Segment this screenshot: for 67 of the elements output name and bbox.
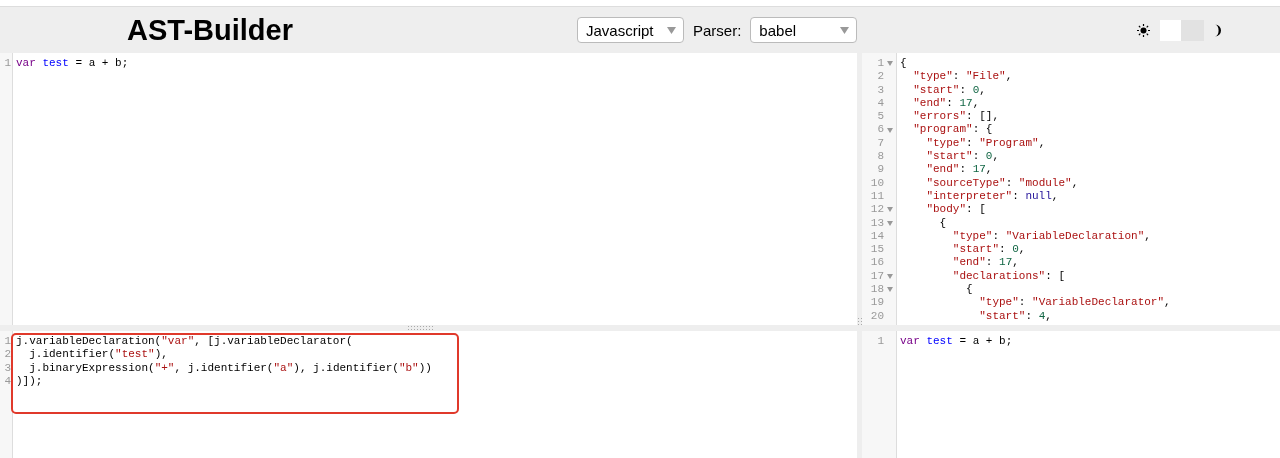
code-line: { bbox=[938, 216, 948, 230]
line-number: 5 bbox=[877, 110, 884, 124]
code-line: "type": "Program", bbox=[925, 136, 1047, 151]
line-number: 11 bbox=[870, 189, 884, 204]
line-number: 7 bbox=[877, 136, 884, 151]
code-line: "start": 0, bbox=[912, 83, 987, 97]
moon-icon bbox=[1214, 23, 1222, 37]
theme-toggle[interactable] bbox=[1160, 19, 1204, 41]
line-number: 2 bbox=[4, 348, 11, 362]
code-line: "sourceType": "module", bbox=[925, 176, 1080, 190]
parser-select[interactable]: babel bbox=[750, 17, 858, 43]
sun-icon bbox=[1137, 23, 1150, 37]
line-number: 6 bbox=[877, 123, 884, 137]
fold-arrow-icon[interactable] bbox=[887, 273, 893, 279]
fold-arrow-icon[interactable] bbox=[887, 61, 893, 67]
code-line: var test = a + b; bbox=[900, 335, 1013, 349]
code-line: { bbox=[965, 283, 974, 297]
code-line: "end": 17, bbox=[925, 163, 994, 177]
line-number: 1 bbox=[877, 335, 884, 349]
line-number: 3 bbox=[4, 361, 11, 375]
code-line: j.variableDeclaration("var", [j.variableDeclarator( bbox=[16, 335, 354, 349]
line-number: 15 bbox=[870, 243, 884, 257]
line-number: 12 bbox=[870, 203, 884, 217]
caret-icon bbox=[840, 26, 850, 34]
code-line: "start": 0, bbox=[925, 150, 1001, 164]
line-number: 16 bbox=[870, 256, 884, 270]
line-number: 2 bbox=[877, 70, 884, 84]
parser-label: Parser: bbox=[693, 21, 742, 39]
line-number: 18 bbox=[870, 283, 884, 297]
code-line: "end": 17, bbox=[912, 96, 981, 111]
code-line: "type": "VariableDeclarator", bbox=[978, 296, 1171, 310]
line-number: 17 bbox=[870, 269, 884, 284]
code-line: "start": 0, bbox=[951, 243, 1027, 257]
line-number: 13 bbox=[870, 216, 884, 230]
fold-arrow-icon[interactable] bbox=[887, 287, 893, 293]
code-line: { bbox=[900, 57, 908, 71]
fold-arrow-icon[interactable] bbox=[887, 127, 893, 133]
line-number: 10 bbox=[870, 176, 884, 190]
line-number: 20 bbox=[870, 309, 884, 323]
fold-arrow-icon[interactable] bbox=[887, 207, 893, 213]
code-line: "type": "File", bbox=[912, 70, 1014, 84]
code-line: "body": [ bbox=[925, 203, 987, 217]
code-line: "errors": [], bbox=[912, 110, 1001, 124]
line-number: 14 bbox=[870, 229, 884, 244]
line-number: 1 bbox=[4, 57, 11, 71]
code-line: "declarations": [ bbox=[951, 269, 1067, 284]
line-number: 9 bbox=[877, 163, 884, 177]
fold-arrow-icon[interactable] bbox=[887, 220, 893, 226]
code-line: "interpreter": null, bbox=[925, 189, 1060, 204]
line-number: 8 bbox=[877, 150, 884, 164]
line-number: 1 bbox=[877, 57, 884, 71]
code-line: j.binaryExpression("+", j.identifier("a"), j.identifier("b")) bbox=[28, 361, 432, 375]
code-line: "end": 17, bbox=[951, 256, 1020, 270]
caret-icon bbox=[667, 26, 676, 34]
line-number: 1 bbox=[4, 335, 11, 349]
code-line: "type": "VariableDeclaration", bbox=[951, 229, 1152, 244]
line-number: 4 bbox=[877, 96, 884, 111]
code-line: "program": { bbox=[912, 123, 994, 137]
line-number: 4 bbox=[4, 374, 11, 389]
app-title: AST-Builder bbox=[127, 13, 294, 47]
code-line: "start": 4, bbox=[978, 309, 1053, 323]
code-line: j.identifier("test"), bbox=[28, 348, 169, 362]
code-line: )]); bbox=[16, 374, 44, 389]
code-line: var test = a + b; bbox=[16, 57, 129, 71]
language-select[interactable]: Javascript bbox=[577, 17, 684, 43]
line-number: 3 bbox=[877, 83, 884, 97]
line-number: 19 bbox=[870, 296, 884, 310]
